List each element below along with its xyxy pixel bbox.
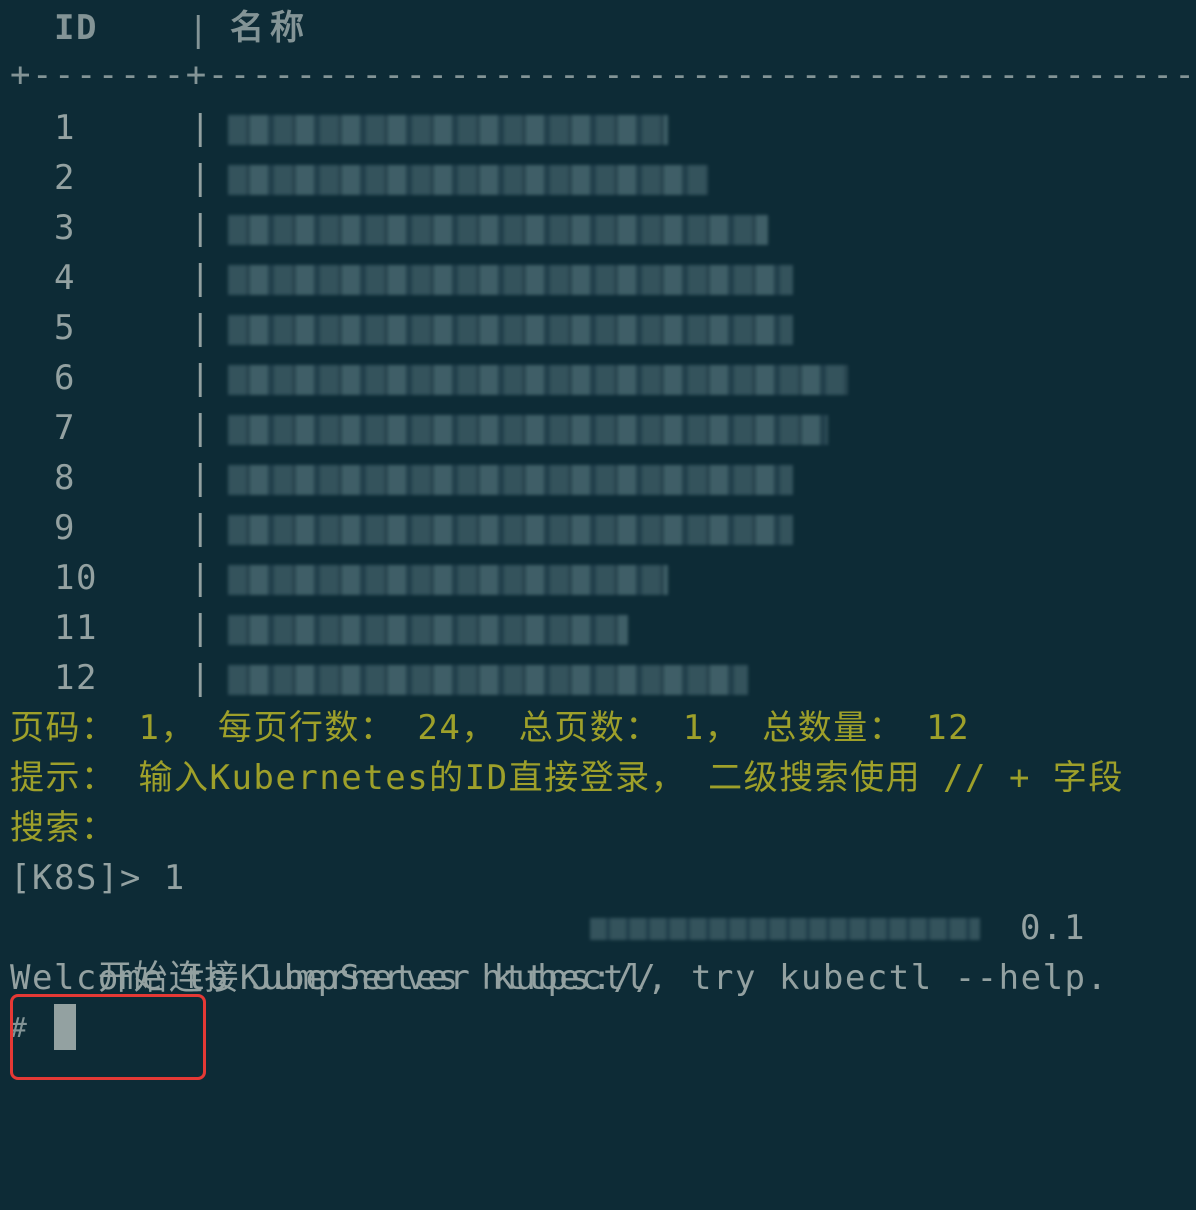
table-row-separator: | [190, 458, 212, 498]
terminal-window[interactable]: ID | 名称 +-------+-----------------------… [0, 0, 1196, 1210]
table-row-separator: | [190, 508, 212, 548]
redacted-name [228, 615, 628, 645]
redacted-name [228, 365, 848, 395]
table-row-id: 4 [54, 258, 76, 298]
hint-text: 提示： 输入Kubernetes的ID直接登录， 二级搜索使用 // + 字段 [10, 758, 1124, 798]
table-header-id: ID [54, 8, 98, 48]
redacted-name [228, 265, 793, 295]
redacted-name [228, 565, 668, 595]
command-line: [K8S]> 1 [10, 858, 186, 898]
connect-line: 开始连接Kubernetes https:// [10, 903, 657, 998]
table-row-id: 8 [54, 458, 76, 498]
table-row-id: 9 [54, 508, 76, 548]
table-row-separator: | [190, 208, 212, 248]
table-row-separator: | [190, 358, 212, 398]
table-row-id: 6 [54, 358, 76, 398]
redacted-name [228, 415, 828, 445]
table-divider: +-------+-------------------------------… [10, 55, 1196, 95]
table-row-id: 5 [54, 308, 76, 348]
table-row-separator: | [190, 408, 212, 448]
table-row-id: 11 [54, 608, 98, 648]
table-row-separator: | [190, 608, 212, 648]
search-prompt: 搜索： [10, 808, 117, 848]
redacted-name [228, 115, 668, 145]
table-row-separator: | [190, 158, 212, 198]
table-row-separator: | [190, 658, 212, 698]
table-row-id: 1 [54, 108, 76, 148]
prompt-highlight-box [10, 994, 206, 1080]
redacted-name [228, 165, 708, 195]
table-row-id: 10 [54, 558, 98, 598]
redacted-name [228, 465, 793, 495]
table-row-separator: | [190, 308, 212, 348]
redacted-url [590, 918, 980, 940]
table-row-id: 2 [54, 158, 76, 198]
table-row-id: 3 [54, 208, 76, 248]
table-header-separator: | [188, 10, 210, 50]
connect-suffix: 0.1 [1020, 908, 1086, 948]
table-row-separator: | [190, 108, 212, 148]
table-header-name: 名称 [230, 8, 310, 48]
redacted-name [228, 315, 793, 345]
table-row-separator: | [190, 258, 212, 298]
redacted-name [228, 665, 748, 695]
table-row-id: 12 [54, 658, 98, 698]
redacted-name [228, 515, 793, 545]
table-row-separator: | [190, 558, 212, 598]
pagination-info: 页码： 1， 每页行数： 24， 总页数： 1， 总数量： 12 [10, 708, 971, 748]
table-row-id: 7 [54, 408, 76, 448]
redacted-name [228, 215, 768, 245]
